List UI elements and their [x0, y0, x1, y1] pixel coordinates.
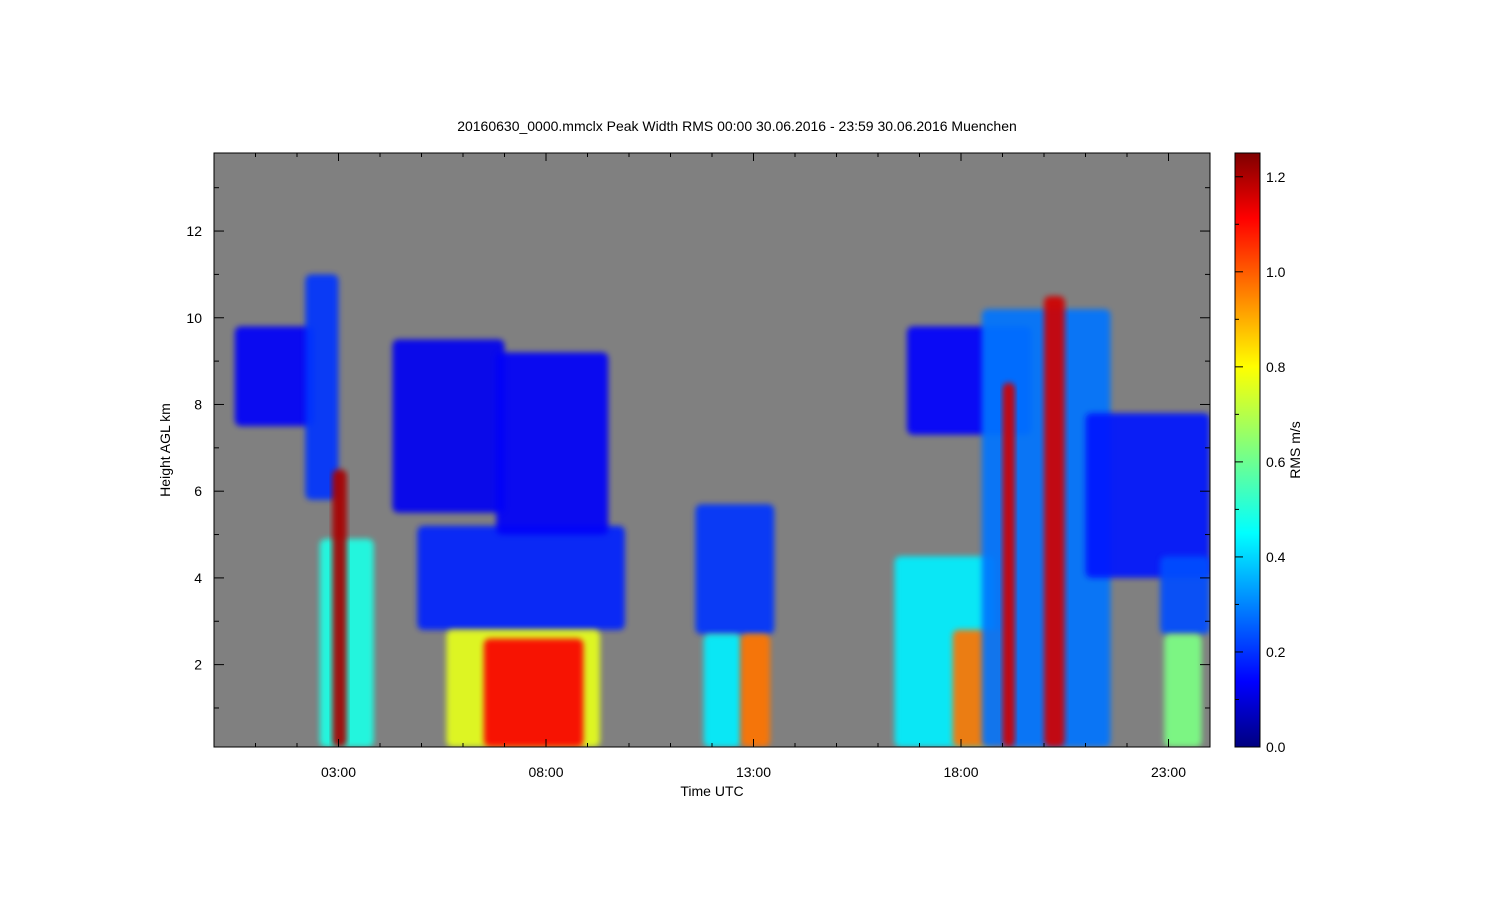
y-tick-label: 4 — [194, 570, 202, 586]
colorbar-tick-label: 0.4 — [1266, 549, 1286, 565]
echo-region — [1044, 296, 1065, 747]
y-tick-label: 10 — [186, 310, 202, 326]
x-tick-label: 13:00 — [736, 764, 771, 780]
y-tick-label: 12 — [186, 223, 202, 239]
echo-region — [392, 339, 505, 513]
x-axis-label: Time UTC — [680, 783, 743, 799]
y-tick-label: 8 — [194, 396, 202, 412]
y-axis-label: Height AGL km — [157, 403, 173, 497]
echo-region — [305, 274, 339, 500]
echo-region — [703, 634, 741, 747]
echo-region — [234, 326, 314, 427]
echo-region — [483, 638, 584, 747]
echo-region — [1160, 556, 1210, 635]
colorbar-tick-label: 0.8 — [1266, 359, 1286, 375]
x-tick-label: 18:00 — [943, 764, 978, 780]
radar-chart: 20160630_0000.mmclx Peak Width RMS 00:00… — [157, 118, 1303, 799]
colorbar-tick-label: 0.6 — [1266, 454, 1286, 470]
echo-region — [332, 469, 347, 747]
echo-region — [1164, 634, 1202, 747]
echo-region — [741, 634, 771, 747]
x-tick-label: 03:00 — [321, 764, 356, 780]
y-tick-label: 6 — [194, 483, 202, 499]
echo-region — [695, 504, 775, 635]
x-tick-label: 23:00 — [1151, 764, 1186, 780]
colorbar-tick-label: 1.0 — [1266, 264, 1286, 280]
colorbar — [1234, 152, 1261, 748]
echo-region — [417, 525, 625, 630]
colorbar-tick-label: 0.0 — [1266, 739, 1286, 755]
echo-region — [1002, 382, 1015, 747]
y-tick-label: 2 — [194, 657, 202, 673]
chart-title: 20160630_0000.mmclx Peak Width RMS 00:00… — [457, 118, 1017, 134]
colorbar-tick-label: 0.2 — [1266, 644, 1286, 660]
echo-region — [496, 352, 609, 535]
echo-region — [1085, 413, 1210, 578]
colorbar-label: RMS m/s — [1287, 421, 1303, 479]
x-tick-label: 08:00 — [528, 764, 563, 780]
colorbar-tick-label: 1.2 — [1266, 169, 1286, 185]
